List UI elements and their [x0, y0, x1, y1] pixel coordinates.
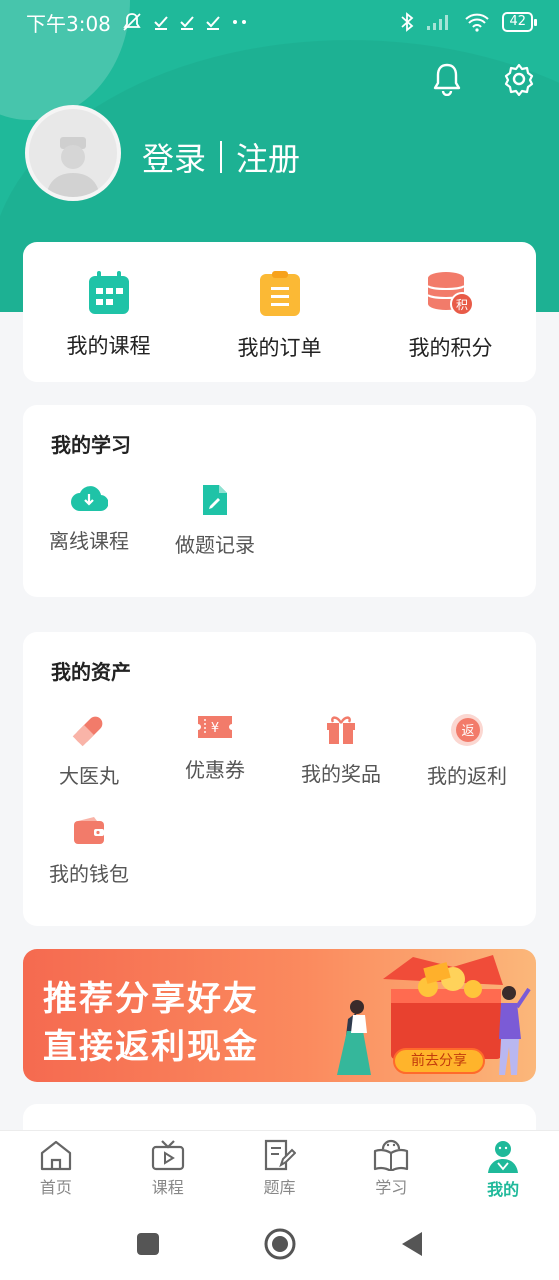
share-now-button[interactable]: 前去分享	[393, 1048, 485, 1074]
register-link[interactable]: 注册	[236, 134, 300, 180]
study-item-label: 离线课程	[49, 529, 129, 553]
section-title: 我的学习	[51, 433, 131, 457]
question-bank-icon	[265, 1139, 297, 1171]
pill-icon	[72, 716, 103, 747]
tab-label: 首页	[39, 1178, 72, 1197]
my-assets-card: 我的资产 大医丸 ¥ 优惠券 我的奖品 返 我的返利 我的钱包	[23, 632, 536, 926]
tab-study[interactable]: 学习	[335, 1131, 447, 1208]
settings-gear-icon[interactable]	[501, 60, 537, 98]
signal-icon	[427, 15, 449, 30]
login-register: 登录 注册	[142, 134, 300, 180]
my-prizes-button[interactable]: 我的奖品	[281, 712, 401, 787]
points-coins-icon: 积	[426, 272, 474, 316]
book-icon	[374, 1139, 409, 1171]
tab-profile[interactable]: 我的	[447, 1131, 559, 1208]
asset-item-label: 大医丸	[59, 764, 119, 788]
avatar[interactable]	[25, 105, 121, 201]
my-courses-button[interactable]: 我的课程	[23, 242, 194, 382]
section-title: 我的资产	[51, 660, 131, 684]
banner-headline: 推荐分享好友	[43, 979, 259, 1019]
divider	[220, 141, 223, 173]
tab-question-bank[interactable]: 题库	[224, 1131, 336, 1208]
calendar-icon	[88, 271, 129, 314]
asset-item-label: 优惠券	[185, 758, 245, 782]
rebate-icon: 返	[451, 714, 483, 746]
svg-text:返: 返	[461, 724, 474, 739]
quick-link-label: 我的积分	[408, 336, 493, 360]
tab-label: 学习	[375, 1178, 408, 1197]
profile-icon	[488, 1141, 519, 1173]
square-icon	[136, 1233, 159, 1255]
check-icon	[180, 16, 194, 30]
tab-home[interactable]: 首页	[0, 1131, 112, 1208]
tab-label: 题库	[263, 1178, 296, 1197]
tab-label: 我的	[487, 1180, 520, 1199]
my-wallet-button[interactable]: 我的钱包	[29, 816, 149, 887]
system-navigation-bar	[0, 1208, 559, 1280]
default-doctor-avatar-icon	[46, 137, 100, 197]
edit-document-icon	[203, 485, 227, 515]
offline-courses-button[interactable]: 离线课程	[29, 483, 149, 554]
bluetooth-icon	[401, 12, 414, 32]
circle-icon	[264, 1228, 295, 1260]
coupon-icon: ¥	[198, 716, 232, 738]
tv-play-icon	[151, 1140, 184, 1171]
notification-bell-icon[interactable]	[429, 60, 465, 98]
back-button[interactable]	[392, 1224, 432, 1264]
tab-label: 课程	[151, 1178, 184, 1197]
tab-courses[interactable]: 课程	[112, 1131, 224, 1208]
exercise-records-button[interactable]: 做题记录	[155, 483, 275, 558]
asset-item-label: 我的钱包	[49, 862, 129, 886]
svg-text:¥: ¥	[211, 721, 219, 736]
wifi-icon	[465, 13, 490, 32]
status-time: 下午3:08	[26, 11, 111, 36]
home-icon	[40, 1140, 71, 1171]
home-nav-button[interactable]	[260, 1224, 300, 1264]
bottom-tab-bar: 首页 课程 题库 学习 我的	[0, 1130, 559, 1208]
recent-apps-button[interactable]	[128, 1224, 168, 1264]
svg-text:积: 积	[455, 298, 467, 312]
pill-reward-button[interactable]: 大医丸	[29, 712, 149, 789]
cloud-download-icon	[71, 486, 108, 512]
check-icon	[206, 16, 220, 30]
quick-link-label: 我的订单	[237, 336, 322, 360]
wallet-icon	[74, 817, 104, 844]
coupon-button[interactable]: ¥ 优惠券	[155, 712, 275, 783]
more-dots-icon	[232, 20, 246, 24]
back-triangle-icon	[401, 1232, 422, 1256]
study-item-label: 做题记录	[175, 533, 255, 557]
login-link[interactable]: 登录	[142, 134, 206, 180]
my-orders-button[interactable]: 我的订单	[194, 242, 365, 382]
gift-icon	[327, 716, 355, 744]
battery-indicator: 42	[502, 12, 537, 32]
my-rebate-button[interactable]: 返 我的返利	[407, 712, 527, 789]
quick-link-label: 我的课程	[66, 334, 151, 358]
asset-item-label: 我的奖品	[301, 762, 381, 786]
quick-links-card: 我的课程 我的订单 积 我的积分	[23, 242, 536, 382]
referral-banner[interactable]: 推荐分享好友 直接返利现金 前去分享	[23, 949, 536, 1082]
mute-icon	[123, 13, 141, 31]
my-points-button[interactable]: 积 我的积分	[365, 242, 536, 382]
check-icon	[154, 16, 168, 30]
asset-item-label: 我的返利	[427, 764, 507, 788]
status-bar: 下午3:08 42	[0, 0, 559, 44]
my-study-card: 我的学习 离线课程 做题记录	[23, 405, 536, 597]
order-list-icon	[259, 271, 300, 316]
banner-subline: 直接返利现金	[43, 1027, 259, 1067]
